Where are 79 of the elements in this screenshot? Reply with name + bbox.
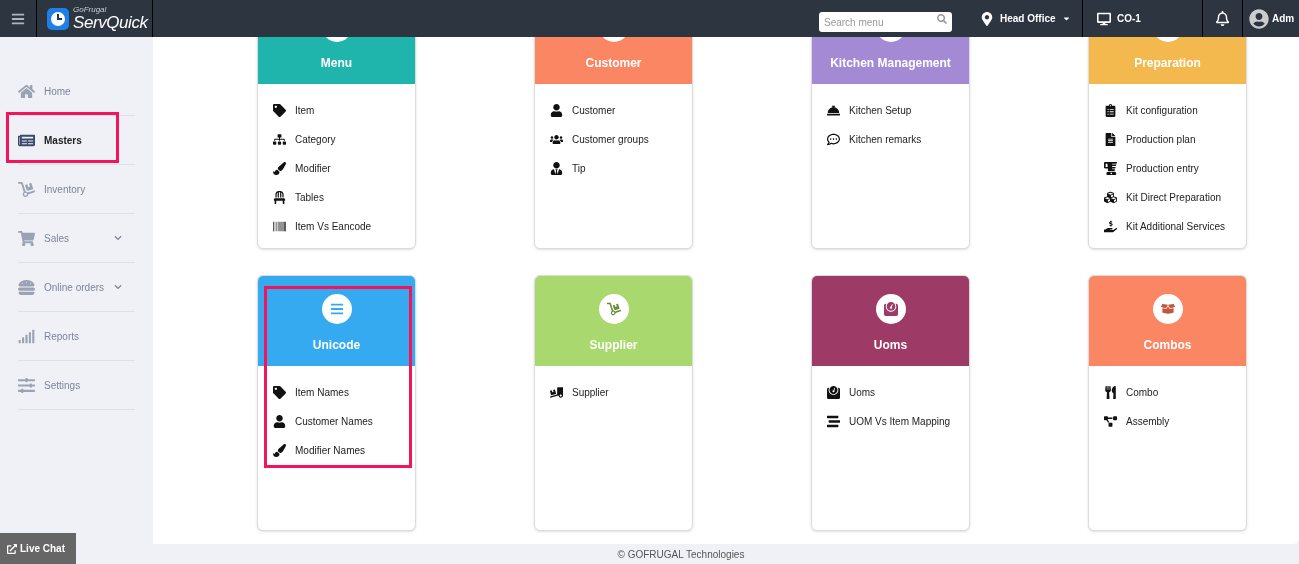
cart-icon xyxy=(18,229,35,247)
caret-icon xyxy=(1061,14,1071,23)
card-title: Unicode xyxy=(312,337,361,354)
hand-coin-icon xyxy=(1104,220,1117,233)
list-icon xyxy=(827,415,840,428)
card-title: Customer xyxy=(585,55,642,72)
table-icon xyxy=(273,191,286,204)
bar-chart-icon xyxy=(18,327,35,345)
sidebar-item[interactable]: Online orders xyxy=(18,263,135,312)
logo[interactable]: GoFrugal ServQuick xyxy=(37,0,153,37)
bell-icon xyxy=(1215,11,1230,26)
clock-logo-icon xyxy=(47,7,69,30)
card-title: Supplier xyxy=(589,337,638,354)
scale-icon xyxy=(883,302,898,316)
food-icon xyxy=(1104,386,1117,399)
brush-icon xyxy=(273,162,286,175)
house-icon xyxy=(18,82,35,100)
card-title: Kitchen Management xyxy=(830,55,951,72)
menu-link[interactable]: Kit configuration xyxy=(1104,96,1231,125)
boxes-icon xyxy=(1104,191,1117,204)
menu-link[interactable]: Production entry xyxy=(1104,154,1231,183)
menu-link[interactable]: Customer xyxy=(550,96,677,125)
menu-link[interactable]: Tables xyxy=(273,183,400,212)
hand-truck-icon xyxy=(18,180,35,198)
menu-link[interactable]: Item xyxy=(273,96,400,125)
menu-link[interactable]: Item Vs Eancode xyxy=(273,212,400,241)
trolley-icon xyxy=(550,386,563,399)
menu-link[interactable]: Modifier Names xyxy=(273,436,400,465)
person-icon xyxy=(550,104,563,117)
person-icon xyxy=(273,415,286,428)
hierarchy-icon xyxy=(1104,415,1117,428)
search-icon xyxy=(937,13,947,24)
card-title: Uoms xyxy=(873,337,908,354)
computer-icon xyxy=(1097,11,1111,26)
menu-link[interactable]: Kitchen Setup xyxy=(827,96,954,125)
tag-icon xyxy=(273,386,286,399)
barcode-icon xyxy=(273,220,286,233)
menu-link[interactable]: UOM Vs Item Mapping xyxy=(827,407,954,436)
brush-icon xyxy=(273,444,286,457)
menu-link[interactable]: Kitchen remarks xyxy=(827,125,954,154)
menu-link[interactable]: Supplier xyxy=(550,378,677,407)
avatar-icon xyxy=(1249,8,1269,29)
chat-bubble-icon xyxy=(827,133,840,146)
menu-link[interactable]: Uoms xyxy=(827,378,954,407)
tree-icon xyxy=(273,133,286,146)
burger-icon xyxy=(18,278,35,296)
menu-link[interactable]: Item Names xyxy=(273,378,400,407)
tag-icon xyxy=(273,104,286,117)
menu-link[interactable]: Kit Direct Preparation xyxy=(1104,183,1231,212)
footer-text: © GOFRUGAL Technologies xyxy=(617,547,745,562)
menu-link[interactable]: Assembly xyxy=(1104,407,1231,436)
menu-link[interactable]: Production plan xyxy=(1104,125,1231,154)
search-field[interactable]: Search menu xyxy=(819,12,952,32)
trolley-icon xyxy=(606,302,621,316)
external-link-icon xyxy=(7,543,17,554)
sidebar-item[interactable]: Sales xyxy=(18,214,135,263)
user-menu[interactable]: Adm xyxy=(1243,0,1299,37)
menu-link[interactable]: Customer groups xyxy=(550,125,677,154)
person-icon xyxy=(550,162,563,175)
sliders-icon xyxy=(18,376,35,394)
live-chat-button[interactable]: Live Chat xyxy=(0,533,76,564)
menu-link[interactable]: Tip xyxy=(550,154,677,183)
card-title: Menu xyxy=(320,55,353,72)
menu-link[interactable]: Combo xyxy=(1104,378,1231,407)
menu-icon xyxy=(11,11,25,26)
card-title: Combos xyxy=(1143,337,1192,354)
menu-link[interactable]: Modifier xyxy=(273,154,400,183)
group-icon xyxy=(550,133,563,146)
menu-link[interactable]: Customer Names xyxy=(273,407,400,436)
document-icon xyxy=(1104,104,1117,117)
logo-product: ServQuick xyxy=(73,14,148,31)
logo-brand: GoFrugal xyxy=(73,6,108,14)
scale-icon xyxy=(827,386,840,399)
map-pin-icon xyxy=(980,11,994,26)
sidebar-item[interactable]: Masters xyxy=(18,116,135,165)
menu-link[interactable]: Kit Additional Services xyxy=(1104,212,1231,241)
card-title: Preparation xyxy=(1134,55,1201,72)
layers-icon xyxy=(329,302,344,316)
menu-link[interactable]: Category xyxy=(273,125,400,154)
